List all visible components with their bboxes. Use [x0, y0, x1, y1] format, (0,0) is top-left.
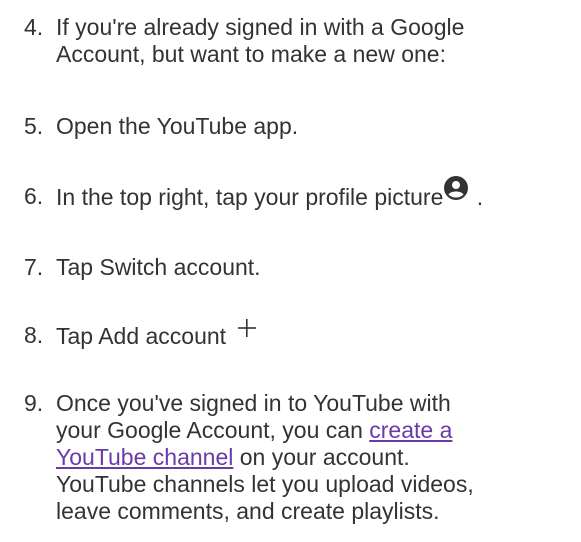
step-text: In the top right, tap your profile pictu… — [56, 176, 484, 210]
create-youtube-channel-link[interactable]: create a — [369, 417, 452, 443]
instructions-list: 4. If you're already signed in with a Go… — [0, 0, 581, 542]
step-text: Once you've signed in to YouTube with yo… — [56, 390, 474, 525]
step-number: 6. — [24, 183, 44, 209]
step-text: Tap Switch account. — [56, 254, 261, 281]
create-youtube-channel-link[interactable]: YouTube channel — [56, 444, 233, 470]
step-number: 5. — [24, 113, 44, 139]
step-text-line: Tap Switch account. — [56, 254, 261, 280]
step-text-line: Tap Add account — [56, 323, 227, 349]
account-circle-icon — [444, 176, 469, 200]
step-text-line: Once you've signed in to YouTube with — [56, 390, 451, 416]
step-text-line: leave comments, and create playlists. — [56, 498, 440, 524]
step-number: 4. — [24, 14, 44, 40]
step-text-line: YouTube channels let you upload videos, — [56, 471, 474, 497]
step-text-line: Open the YouTube app. — [56, 113, 299, 139]
step-text: Tap Add account — [56, 319, 257, 349]
plus-icon — [237, 317, 257, 337]
step-text: If you're already signed in with a Googl… — [56, 14, 464, 68]
step-text-line: on your account. — [233, 444, 410, 470]
step-number: 7. — [24, 254, 44, 280]
step-number: 8. — [24, 322, 44, 348]
step-text-line: In the top right, tap your profile pictu… — [56, 184, 444, 210]
step-text-line: Account, but want to make a new one: — [56, 41, 446, 67]
step-text: Open the YouTube app. — [56, 113, 298, 140]
step-text-suffix: . — [470, 184, 484, 210]
step-text-line: If you're already signed in with a Googl… — [56, 14, 465, 40]
step-text-line: your Google Account, you can — [56, 417, 370, 443]
step-number: 9. — [24, 390, 44, 416]
